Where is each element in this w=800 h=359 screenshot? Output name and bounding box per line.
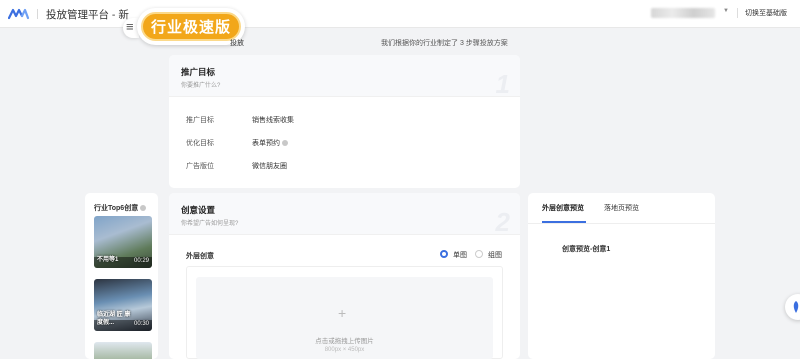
top-creatives-title: 行业Top6创意 [94,203,147,213]
row-value-placement: 微信朋友圈 [252,163,287,170]
platform-title: 投放管理平台 - 新 [46,9,129,21]
plan-description: 我们根据你的行业制定了 3 步骤投放方案 [381,40,508,47]
plan-heading: 投放 [230,40,244,47]
radio-single-label: 单图 [453,252,467,259]
logo-icon[interactable] [8,7,30,20]
creative-card-header: 创意设置 你希望广告如何呈现? 2 [169,193,520,237]
radio-single-image[interactable] [440,250,448,258]
edition-badge-label: 行业极速版 [141,12,241,41]
row-label-optimization: 优化目标 [186,140,214,147]
thumbnail-duration: 00:30 [133,321,149,327]
upload-size-hint: 800px × 450px [324,347,365,353]
edition-badge: 行业极速版 [137,8,245,45]
goal-card-header: 推广目标 你要推广什么? 1 [169,55,520,99]
row-label-placement: 广告版位 [186,163,214,170]
radio-multi-label: 组图 [488,252,502,259]
account-name[interactable] [651,8,715,18]
info-icon[interactable] [282,140,288,146]
help-float-button[interactable] [785,294,800,320]
preview-panel: 外层创意预览 落地页预览 创意预览-创意1 [528,193,715,359]
thumbnail-duration: 00:29 [133,258,149,264]
info-icon[interactable] [140,205,147,211]
outer-creative-label: 外层创意 [186,253,214,260]
creative-card-title: 创意设置 [181,205,216,215]
tab-landing-page-preview[interactable]: 落地页预览 [604,203,639,213]
preview-title: 创意预览-创意1 [562,246,611,253]
thumbnail-caption: 不用等1 [97,257,119,263]
top-creatives-title-text: 行业Top6创意 [94,205,139,212]
switch-version-link[interactable]: 切换至基础版 [745,8,787,18]
assistant-icon [793,301,799,313]
goal-card: 推广目标 你要推广什么? 1 推广目标 销售线索收集 优化目标 表单预约 广告版… [169,55,520,188]
step-number: 1 [495,69,510,99]
creative-card: 创意设置 你希望广告如何呈现? 2 外层创意 单图 组图 + 点击或拖拽上传图片… [169,193,520,359]
radio-multi-image[interactable] [475,250,483,258]
row-value-optimization: 表单预约 [252,138,288,148]
chevron-down-icon[interactable]: ▼ [723,8,729,14]
top-creatives-panel: 行业Top6创意 不用等1 00:29 临近湖 匠 康度假... 00:30 [85,193,158,359]
goal-card-subtitle: 你要推广什么? [181,83,221,89]
top-bar: 投放管理平台 - 新 ▼ 切换至基础版 [0,0,800,28]
goal-card-title: 推广目标 [181,67,216,77]
tab-divider [528,223,715,224]
thumbnail-caption: 临近湖 匠 康度假... [97,312,131,326]
upload-hint: 点击或拖拽上传图片 [315,338,374,345]
divider [737,8,738,18]
tab-outer-creative-preview[interactable]: 外层创意预览 [542,203,584,213]
row-label-goal: 推广目标 [186,117,214,124]
creative-thumbnail[interactable]: 临近湖 匠 康度假... 00:30 [94,279,152,331]
row-value-goal: 销售线索收集 [252,117,294,124]
divider [37,9,38,19]
plus-icon: + [338,305,347,321]
creative-card-subtitle: 你希望广告如何呈现? [181,221,239,227]
step-number: 2 [495,207,510,237]
row-value-optimization-text: 表单预约 [252,140,280,147]
image-upload-area[interactable]: + 点击或拖拽上传图片 800px × 450px [196,277,493,359]
creative-thumbnail[interactable] [94,342,152,359]
creative-thumbnail[interactable]: 不用等1 00:29 [94,216,152,268]
